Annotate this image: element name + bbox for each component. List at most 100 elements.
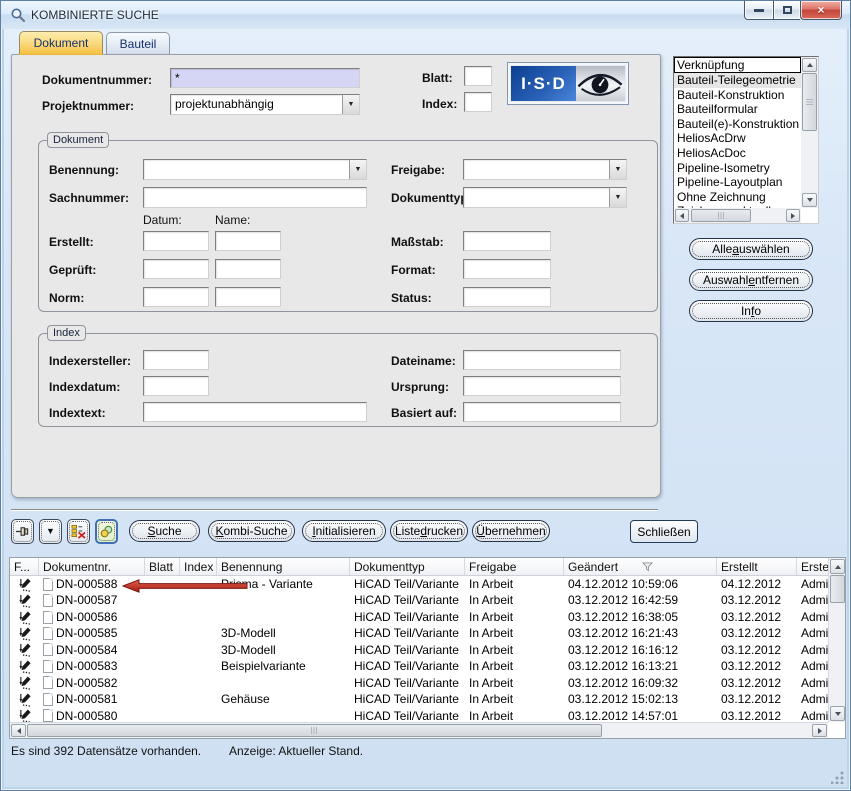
indextext-label: Indextext:: [49, 406, 106, 420]
scroll-down-button[interactable]: [802, 193, 817, 207]
list-item[interactable]: Ohne Zeichnung: [674, 190, 801, 205]
schliessen-button[interactable]: Schließen: [630, 520, 698, 543]
scrollbar-thumb[interactable]: [830, 575, 845, 603]
column-header-dokumentnr[interactable]: Dokumentnr.: [39, 558, 145, 575]
close-button[interactable]: ×: [800, 1, 842, 20]
list-item[interactable]: HeliosAcDrw: [674, 131, 801, 146]
select-all-button[interactable]: Alle auswählen: [689, 238, 813, 260]
table-row[interactable]: DN-000588 Prisma - Variante HiCAD Teil/V…: [10, 576, 828, 592]
initialisieren-button[interactable]: Initialisieren: [302, 520, 386, 542]
list-item[interactable]: Bauteilformular: [674, 102, 801, 117]
list-item[interactable]: Bauteil(e)-Konstruktion: [674, 117, 801, 132]
table-vertical-scrollbar[interactable]: [828, 558, 845, 722]
listbox-vertical-scrollbar[interactable]: [801, 57, 818, 208]
remove-selection-button[interactable]: Auswahl entfernen: [689, 269, 813, 291]
table-row[interactable]: DN-000581 Gehäuse HiCAD Teil/Variante In…: [10, 691, 828, 707]
scroll-left-button[interactable]: [675, 209, 689, 222]
index-input[interactable]: [464, 92, 492, 112]
column-header-ersteller[interactable]: Erste: [797, 558, 828, 575]
list-item[interactable]: Bauteil-Konstruktion: [674, 88, 801, 103]
pen-edit-icon: [19, 692, 32, 707]
maximize-button[interactable]: [773, 1, 800, 20]
table-horizontal-scrollbar[interactable]: [10, 722, 828, 738]
ursprung-input[interactable]: [463, 376, 621, 396]
table-row[interactable]: DN-000580 HiCAD Teil/Variante In Arbeit …: [10, 708, 828, 723]
freigabe-combobox[interactable]: ▼: [463, 159, 627, 180]
column-header-index[interactable]: Index: [180, 558, 217, 575]
list-item[interactable]: HeliosAcDoc: [674, 146, 801, 161]
sachnummer-input[interactable]: [143, 187, 367, 208]
liste-drucken-button[interactable]: Liste drucken: [390, 520, 468, 542]
column-header-freigabe[interactable]: Freigabe: [465, 558, 564, 575]
benennung-combobox[interactable]: ▼: [143, 159, 367, 180]
titlebar[interactable]: KOMBINIERTE SUCHE ×: [1, 1, 850, 29]
scrollbar-thumb[interactable]: [691, 209, 751, 222]
link-toggle-button[interactable]: [95, 519, 118, 544]
list-item[interactable]: Pipeline-Layoutplan: [674, 175, 801, 190]
column-header-benennung[interactable]: Benennung: [217, 558, 350, 575]
table-row[interactable]: DN-000584 3D-Modell HiCAD Teil/Variante …: [10, 642, 828, 658]
sort-list-button[interactable]: [67, 519, 90, 544]
chevron-down-icon[interactable]: ▼: [609, 160, 626, 179]
list-item[interactable]: Pipeline-Isometry: [674, 161, 801, 176]
column-header-erstellt[interactable]: Erstellt: [717, 558, 797, 575]
geprueft-name-input[interactable]: [215, 259, 281, 279]
uebernehmen-button[interactable]: Übernehmen: [472, 520, 550, 542]
minimize-button[interactable]: [744, 1, 773, 20]
table-row[interactable]: DN-000587 HiCAD Teil/Variante In Arbeit …: [10, 592, 828, 608]
table-row[interactable]: DN-000583 Beispielvariante HiCAD Teil/Va…: [10, 658, 828, 674]
list-item[interactable]: Bauteil-Teilegeometrie: [674, 73, 801, 88]
resize-grip[interactable]: [831, 771, 844, 784]
link-icon: [99, 524, 114, 539]
scroll-right-button[interactable]: [786, 209, 800, 222]
dropdown-button[interactable]: ▼: [39, 519, 62, 544]
pen-edit-icon: [19, 675, 32, 690]
document-icon: [43, 578, 53, 591]
table-row[interactable]: DN-000585 3D-Modell HiCAD Teil/Variante …: [10, 625, 828, 641]
projektnummer-combobox[interactable]: projektunabhängig ▼: [170, 94, 360, 115]
scroll-down-button[interactable]: [830, 706, 845, 721]
scrollbar-thumb[interactable]: [802, 73, 817, 131]
scroll-left-button[interactable]: [11, 724, 26, 737]
format-input[interactable]: [463, 259, 551, 279]
listbox-horizontal-scrollbar[interactable]: [674, 208, 801, 223]
ursprung-label: Ursprung:: [391, 380, 449, 394]
geprueft-label: Geprüft:: [49, 263, 96, 277]
tab-bauteil[interactable]: Bauteil: [106, 32, 170, 54]
basiert-auf-input[interactable]: [463, 402, 621, 422]
table-row[interactable]: DN-000582 HiCAD Teil/Variante In Arbeit …: [10, 675, 828, 691]
indexersteller-input[interactable]: [143, 350, 209, 370]
kombi-suche-button[interactable]: Kombi-Suche: [208, 520, 295, 542]
column-header-geaendert[interactable]: Geändert: [564, 558, 717, 575]
indextext-input[interactable]: [143, 402, 367, 422]
tab-dokument[interactable]: Dokument: [19, 31, 103, 54]
suche-button[interactable]: Suche: [129, 520, 200, 542]
indexdatum-input[interactable]: [143, 376, 209, 396]
column-header-dokumenttyp[interactable]: Dokumenttyp: [350, 558, 465, 575]
geprueft-datum-input[interactable]: [143, 259, 209, 279]
chevron-down-icon[interactable]: ▼: [609, 188, 626, 207]
dokumentnummer-input[interactable]: [170, 68, 360, 88]
scroll-up-button[interactable]: [830, 559, 845, 574]
massstab-input[interactable]: [463, 231, 551, 251]
norm-datum-input[interactable]: [143, 287, 209, 307]
erstellt-name-input[interactable]: [215, 231, 281, 251]
scrollbar-thumb[interactable]: [27, 724, 602, 737]
status-input[interactable]: [463, 287, 551, 307]
dateiname-input[interactable]: [463, 350, 621, 370]
norm-name-input[interactable]: [215, 287, 281, 307]
info-button[interactable]: Info: [689, 300, 813, 322]
scroll-right-button[interactable]: [812, 724, 827, 737]
pen-edit-icon: [19, 610, 32, 625]
chevron-down-icon[interactable]: ▼: [349, 160, 366, 179]
pin-button[interactable]: [11, 519, 34, 544]
column-header-f[interactable]: F...: [10, 558, 39, 575]
dokumenttyp-combobox[interactable]: ▼: [463, 187, 627, 208]
erstellt-datum-input[interactable]: [143, 231, 209, 251]
chevron-down-icon[interactable]: ▼: [342, 95, 359, 114]
table-row[interactable]: DN-000586 HiCAD Teil/Variante In Arbeit …: [10, 609, 828, 625]
blatt-input[interactable]: [464, 66, 492, 86]
column-header-blatt[interactable]: Blatt: [145, 558, 180, 575]
verknuepfung-header[interactable]: Verknüpfung: [674, 57, 801, 73]
scroll-up-button[interactable]: [802, 58, 817, 72]
